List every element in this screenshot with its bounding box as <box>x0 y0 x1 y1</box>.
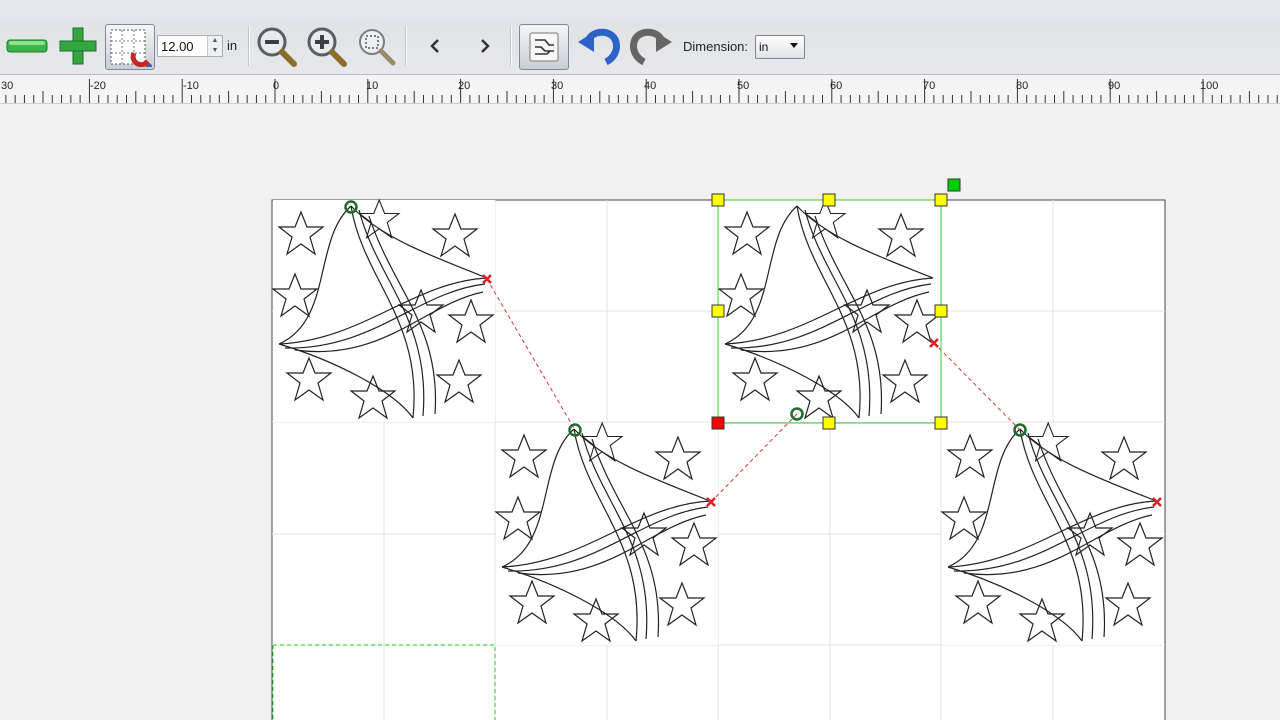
path-toggle-icon <box>529 32 559 62</box>
undo-icon <box>578 28 620 66</box>
redo-icon <box>630 28 672 66</box>
resize-handle[interactable] <box>934 416 948 430</box>
snap-to-grid-button[interactable] <box>105 24 155 70</box>
pattern-block-2[interactable] <box>496 423 718 645</box>
resize-handle[interactable] <box>822 193 836 207</box>
horizontal-ruler: 30 -20 -10 0 10 20 30 40 50 60 70 80 90 … <box>0 75 1280 104</box>
ruler-label: 30 <box>1 80 14 92</box>
ruler-label: 0 <box>273 80 280 92</box>
pattern-block-3[interactable] <box>719 200 941 422</box>
dimension-label: Dimension: <box>683 39 749 54</box>
grid-size-stepper[interactable]: 12.00 ▲ ▼ <box>157 35 223 57</box>
zoom-fit-icon <box>359 29 396 66</box>
previous-button[interactable] <box>420 24 450 68</box>
toolbar-separator <box>405 26 407 66</box>
ruler-label: 60 <box>830 80 843 92</box>
design-canvas[interactable] <box>0 104 1280 720</box>
resize-handle[interactable] <box>822 416 836 430</box>
ruler-label: 20 <box>458 80 471 92</box>
grid-unit-label: in <box>227 38 238 53</box>
pattern-block-1[interactable] <box>273 200 495 422</box>
dimension-select[interactable]: in <box>755 35 805 59</box>
grid-size-arrows[interactable]: ▲ ▼ <box>207 36 222 56</box>
zoom-out-icon <box>257 27 297 67</box>
zoom-fit-button[interactable] <box>353 24 399 68</box>
undo-button[interactable] <box>575 24 623 68</box>
ruler-label: 50 <box>737 80 750 92</box>
grid-size-value: 12.00 <box>161 39 194 54</box>
zoom-out-button[interactable] <box>253 24 299 68</box>
zoom-in-button[interactable] <box>303 24 349 68</box>
ruler-label: 40 <box>644 80 657 92</box>
ruler-label: 100 <box>1200 80 1219 92</box>
previous-icon <box>430 39 439 53</box>
add-button[interactable] <box>56 24 100 68</box>
ruler-label: 90 <box>1108 80 1121 92</box>
stepper-down-icon[interactable]: ▼ <box>208 46 222 56</box>
zoom-in-icon <box>307 27 347 67</box>
quilt-layout[interactable] <box>0 104 1280 720</box>
ruler-label: -20 <box>90 80 106 92</box>
resize-handle[interactable] <box>934 304 948 318</box>
main-toolbar: 12.00 ▲ ▼ in Dimension: in <box>0 0 1280 75</box>
toolbar-separator <box>510 26 512 66</box>
title-strip <box>0 0 1280 20</box>
dimension-selected-value: in <box>759 40 769 54</box>
next-icon <box>481 39 490 53</box>
resize-handle[interactable] <box>711 304 725 318</box>
ruler-label: 30 <box>551 80 564 92</box>
resize-handle[interactable] <box>934 193 948 207</box>
anchor-handle[interactable] <box>711 416 725 430</box>
next-button[interactable] <box>470 24 500 68</box>
ruler-label: 80 <box>1016 80 1029 92</box>
magnet-grid-icon <box>110 29 152 67</box>
redo-button[interactable] <box>627 24 675 68</box>
ruler-label: 10 <box>366 80 379 92</box>
minus-icon <box>6 39 48 53</box>
pattern-block-4[interactable] <box>942 423 1164 645</box>
ruler-label: -10 <box>183 80 199 92</box>
remove-button[interactable] <box>4 24 50 68</box>
resize-handle[interactable] <box>711 193 725 207</box>
rotate-handle[interactable] <box>947 178 961 192</box>
chevron-down-icon <box>790 43 798 48</box>
ruler-label: 70 <box>923 80 936 92</box>
toolbar-separator <box>248 26 250 66</box>
plus-icon <box>59 27 97 65</box>
stepper-up-icon[interactable]: ▲ <box>208 36 222 46</box>
path-toggle-button[interactable] <box>519 24 569 70</box>
